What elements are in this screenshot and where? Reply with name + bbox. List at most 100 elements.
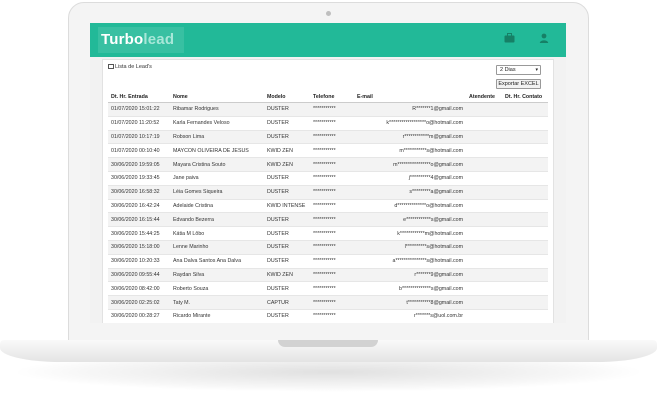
col-header-telefone[interactable]: Telefone [310,91,354,103]
table-row[interactable]: 01/07/2020 10:17:19 Robson Lima DUSTER ****… [108,129,548,144]
table-row[interactable]: 30/06/2020 09:55:44 Raydan Silva KWID ZEN *… [108,267,548,282]
table-row[interactable]: 30/06/2020 15:44:25 Kátia M Lôbo DUSTER ***… [108,226,548,241]
cell-telefone: *********** [310,198,354,213]
cell-email: r*******s@uol.com.br [354,308,466,323]
cell-telefone: *********** [310,129,354,144]
table-row[interactable]: 30/06/2020 10:20:33 Ana Dalva Santos Ana … [108,253,548,269]
cell-nome: Ana Dalva Santos Ana Dalva [170,253,264,269]
cell-atendente [466,143,502,158]
laptop-camera [326,11,331,16]
cell-modelo: KWID INTENSE [264,198,310,213]
period-select[interactable]: 2 Dias ▾ [496,65,541,75]
col-header-modelo[interactable]: Modelo [264,91,310,103]
cell-entrada: 30/06/2020 15:44:25 [108,226,170,241]
cell-contato [502,212,548,227]
cell-atendente [466,170,502,186]
cell-telefone: *********** [310,102,354,117]
cell-modelo: DUSTER [264,239,310,255]
cell-telefone: *********** [310,212,354,227]
cell-nome: Léia Gomes Siqueira [170,184,264,200]
cell-nome: Taty M. [170,295,264,310]
cell-contato [502,226,548,241]
cell-entrada: 30/06/2020 16:58:32 [108,184,170,200]
table-row[interactable]: 01/07/2020 00:10:40 MAYCON OLIVEIRA DE JE… [108,143,548,158]
cell-modelo: DUSTER [264,184,310,200]
cell-telefone: *********** [310,281,354,296]
cell-telefone: *********** [310,115,354,131]
table-row[interactable]: 30/06/2020 08:42:00 Roberto Souza DUSTER **… [108,281,548,296]
cell-entrada: 30/06/2020 16:42:24 [108,198,170,213]
cell-nome: Edvando Bezerra [170,212,264,227]
table-row[interactable]: 30/06/2020 16:15:44 Edvando Bezerra DUSTER… [108,212,548,227]
cell-atendente [466,198,502,213]
briefcase-icon[interactable] [502,33,516,47]
cell-atendente [466,129,502,144]
cell-atendente [466,212,502,227]
table-row[interactable]: 30/06/2020 16:42:24 Adelaide Cristina KWID… [108,198,548,213]
cell-entrada: 30/06/2020 15:18:00 [108,239,170,255]
cell-email: m****************o@gmail.com [354,157,466,172]
period-select-value: 2 Dias [500,67,516,73]
col-header-atendente[interactable]: Atendente [466,91,502,103]
cell-email: t***********8@gmail.com [354,295,466,310]
cell-telefone: *********** [310,295,354,310]
cell-nome: MAYCON OLIVEIRA DE JESUS [170,143,264,158]
cell-entrada: 30/06/2020 02:25:02 [108,295,170,310]
panel-title-text: Lista de Lead's [115,64,152,70]
leads-table: Dt. Hr. Entrada Nome Modelo Telefone E-m… [108,91,548,323]
app-logo[interactable]: Turbolead [101,31,174,48]
cell-email: j**********4@gmail.com [354,170,466,186]
cell-nome: Lenne Marinho [170,239,264,255]
cell-modelo: KWID ZEN [264,267,310,282]
cell-telefone: *********** [310,253,354,269]
table-row[interactable]: 30/06/2020 16:58:32 Léia Gomes Siqueira DU… [108,184,548,200]
cell-email: r************m@gmail.com [354,129,466,144]
cell-modelo: DUSTER [264,115,310,131]
table-row[interactable]: 01/07/2020 11:20:52 Karla Fernandes Velos… [108,115,548,131]
cell-contato [502,129,548,144]
cell-nome: Jane paiva [170,170,264,186]
export-excel-button[interactable]: Exportar EXCEL [496,79,541,89]
cell-entrada: 01/07/2020 15:01:22 [108,102,170,117]
cell-telefone: *********** [310,157,354,172]
cell-atendente [466,102,502,117]
table-row[interactable]: 30/06/2020 00:28:27 Ricardo Mirante DUSTER… [108,308,548,323]
col-header-entrada[interactable]: Dt. Hr. Entrada [108,91,170,103]
app-header: Turbolead [90,23,566,57]
cell-entrada: 01/07/2020 00:10:40 [108,143,170,158]
user-icon[interactable] [537,33,551,47]
cell-atendente [466,295,502,310]
table-row[interactable]: 30/06/2020 15:18:00 Lenne Marinho DUSTER **… [108,239,548,255]
col-header-email[interactable]: E-mail [354,91,466,103]
cell-atendente [466,184,502,200]
table-row[interactable]: 30/06/2020 19:59:05 Mayara Cristina Souto… [108,157,548,172]
cell-modelo: DUSTER [264,308,310,323]
cell-modelo: DUSTER [264,253,310,269]
table-header-row: Dt. Hr. Entrada Nome Modelo Telefone E-m… [108,91,548,103]
list-icon [108,64,114,69]
cell-email: b**************s@gmail.com [354,281,466,296]
cell-nome: Robson Lima [170,129,264,144]
cell-contato [502,157,548,172]
cell-modelo: DUSTER [264,281,310,296]
cell-modelo: DUSTER [264,212,310,227]
cell-telefone: *********** [310,143,354,158]
cell-contato [502,102,548,117]
table-row[interactable]: 30/06/2020 19:33:45 Jane paiva DUSTER *****… [108,170,548,186]
cell-atendente [466,115,502,131]
table-row[interactable]: 01/07/2020 15:01:22 Ribamar Rodrigues DUST… [108,102,548,117]
cell-nome: Karla Fernandes Veloso [170,115,264,131]
col-header-contato[interactable]: Dt. Hr. Contato [502,91,548,103]
logo-text-primary: Turbo [101,31,144,48]
cell-contato [502,198,548,213]
cell-contato [502,308,548,323]
cell-contato [502,143,548,158]
cell-atendente [466,253,502,269]
cell-modelo: DUSTER [264,102,310,117]
cell-telefone: *********** [310,308,354,323]
cell-atendente [466,281,502,296]
cell-modelo: KWID ZEN [264,143,310,158]
table-row[interactable]: 30/06/2020 02:25:02 Taty M. CAPTUR ********… [108,295,548,310]
cell-nome: Adelaide Cristina [170,198,264,213]
col-header-nome[interactable]: Nome [170,91,264,103]
